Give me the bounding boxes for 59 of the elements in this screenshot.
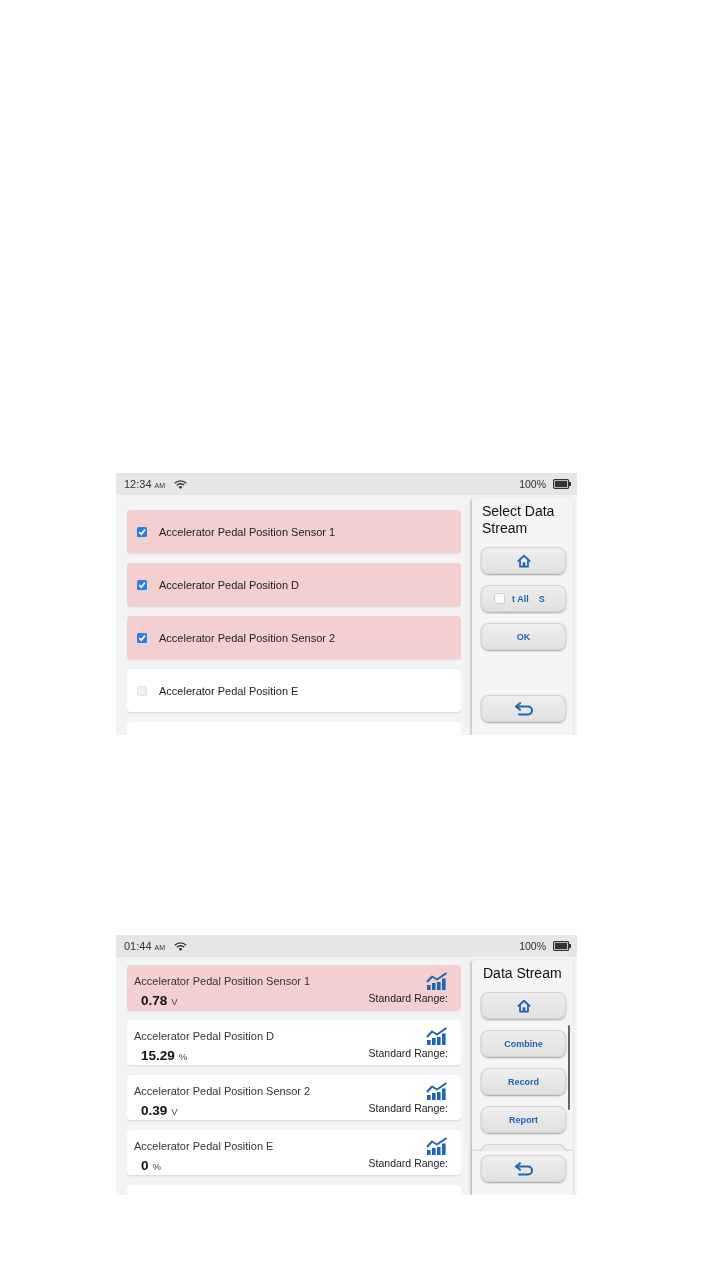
unit-text: V [171, 1106, 178, 1117]
data-item[interactable]: Accelerator Pedal Position E 0 % Standard Range: [127, 1130, 461, 1175]
list-item[interactable]: Accelerator Pedal Position Sensor 1 [127, 510, 461, 553]
checkbox-icon[interactable] [137, 579, 147, 590]
data-item[interactable]: Accelerator Pedal Position Sensor 1 0.78 V Standard Range: [127, 965, 461, 1010]
unit-text: % [152, 1161, 161, 1172]
back-button[interactable] [481, 695, 566, 722]
range-label: Standard Range: [368, 1102, 448, 1114]
panel-button[interactable]: Record [481, 1068, 566, 1095]
home-button[interactable] [481, 547, 566, 574]
home-button[interactable] [481, 992, 566, 1019]
item-label: Accelerator Pedal Position Sensor 1 [134, 975, 311, 988]
chart-icon[interactable] [426, 972, 448, 990]
chart-icon[interactable] [426, 1137, 448, 1155]
checkbox-icon[interactable] [494, 593, 505, 604]
range-label: Standard Range: [368, 1047, 448, 1059]
data-item[interactable]: Accelerator Pedal Position D 15.29 % Standard Range: [127, 1020, 461, 1065]
battery-icon [553, 941, 571, 951]
home-icon [516, 998, 531, 1013]
item-label: Accelerator Pedal Position Sensor 2 [134, 1085, 311, 1098]
back-button[interactable] [481, 1155, 566, 1182]
item-label: Accelerator Pedal Position E [159, 684, 299, 697]
panel-title: Data Stream [482, 964, 563, 982]
item-label: Accelerator Pedal Position D [159, 578, 299, 591]
battery-percent: 100% [519, 940, 546, 952]
checkbox-icon[interactable] [137, 632, 147, 643]
item-label: Accelerator Pedal Position Sensor 1 [159, 525, 336, 538]
panel-button[interactable]: Combine [481, 1030, 566, 1057]
value-text: 0.78 [141, 993, 168, 1008]
data-item[interactable]: Accelerator Pedal Position Sensor 2 0.39 V Standard Range: [127, 1075, 461, 1120]
value-text: 15.29 [141, 1048, 175, 1063]
value-text: 0.39 [141, 1103, 168, 1118]
item-label: Accelerator Pedal Position D [134, 1030, 274, 1043]
select-all-button[interactable]: t All S [481, 585, 566, 612]
panel-button[interactable]: OK [481, 623, 566, 650]
list-item[interactable]: Accelerator Pedal Position E [127, 669, 461, 712]
panel-title: Select Data Stream [481, 502, 556, 537]
wifi-icon [174, 479, 188, 489]
chart-icon[interactable] [426, 1082, 448, 1100]
item-label: Accelerator Pedal Position Sensor 2 [159, 631, 336, 644]
battery-percent: 100% [519, 478, 546, 490]
checkbox-icon[interactable] [137, 526, 147, 537]
home-icon [516, 553, 531, 568]
unit-text: V [171, 996, 178, 1007]
back-arrow-icon [513, 1161, 534, 1176]
value-text: 0 [141, 1158, 149, 1173]
item-label: Accelerator Pedal Position E [134, 1140, 274, 1153]
unit-text: % [178, 1051, 188, 1062]
battery-icon [553, 479, 571, 489]
range-label: Standard Range: [368, 992, 448, 1004]
wifi-icon [174, 941, 188, 951]
list-item[interactable]: Accelerator Pedal Position Sensor 2 [127, 616, 461, 659]
back-arrow-icon [513, 701, 534, 716]
chart-icon[interactable] [426, 1027, 448, 1045]
scrollbar[interactable] [568, 1025, 570, 1110]
panel-button[interactable]: Report [481, 1106, 566, 1133]
list-item[interactable]: Accelerator Pedal Position D [127, 563, 461, 606]
checkbox-icon[interactable] [137, 685, 147, 696]
range-label: Standard Range: [368, 1157, 448, 1169]
